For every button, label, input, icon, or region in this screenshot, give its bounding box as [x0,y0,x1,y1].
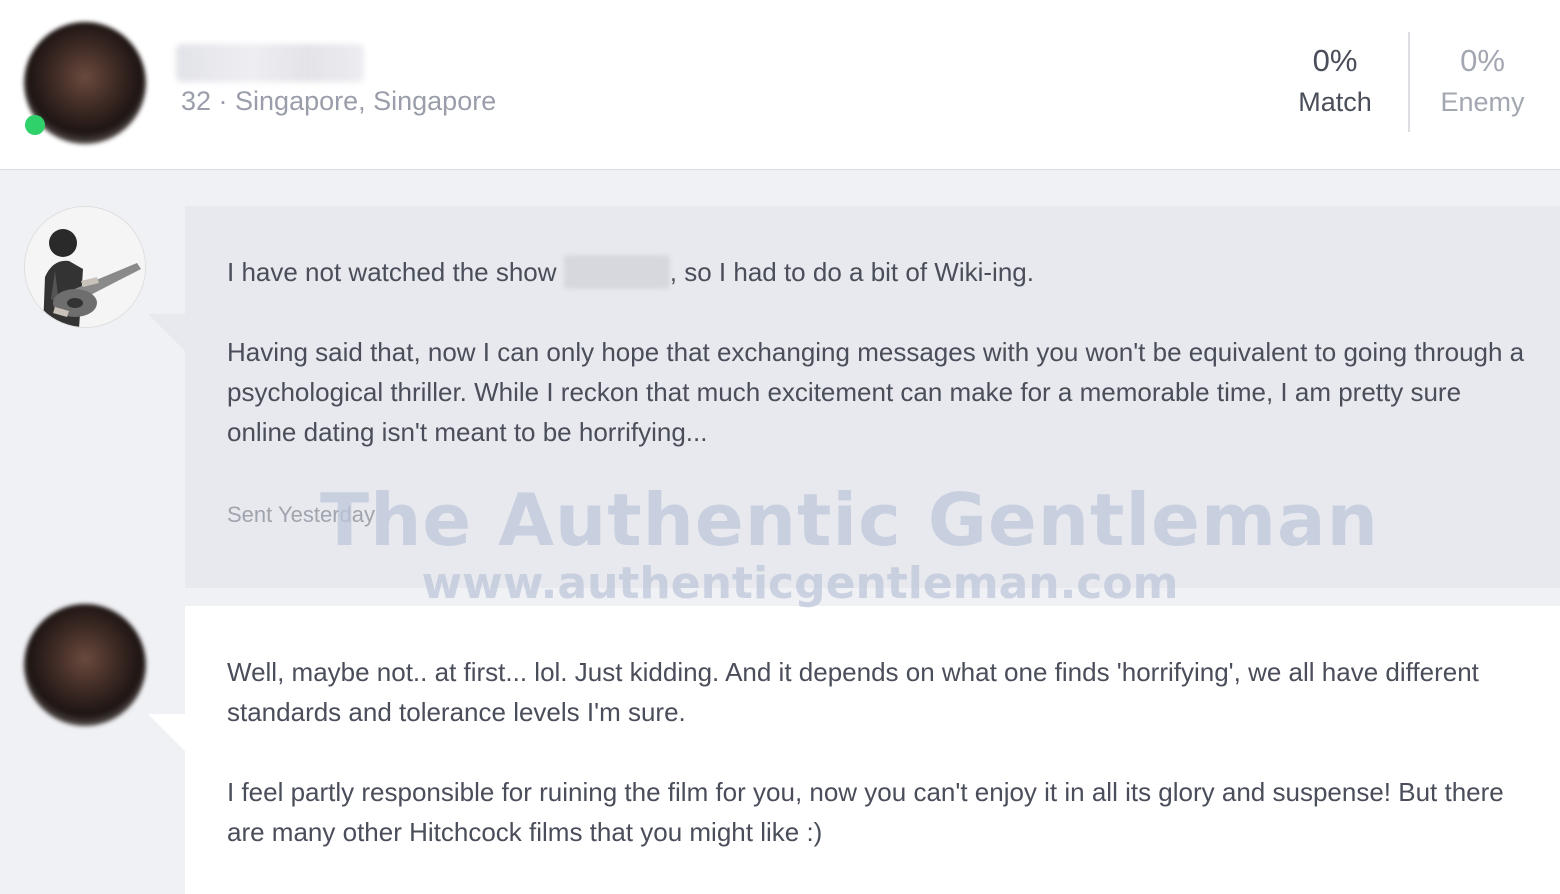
match-stat: 0% Match [1280,40,1390,122]
stat-divider [1408,32,1410,132]
enemy-stat: 0% Enemy [1430,40,1535,122]
watermark-title: The Authentic Gentleman [320,478,1379,562]
enemy-label: Enemy [1440,87,1525,117]
message-paragraph: Having said that, now I can only hope th… [227,337,1525,447]
profile-name-redacted[interactable] [176,44,364,82]
profile-age-location: 32 · Singapore, Singapore [181,86,497,116]
guitar-player-icon [25,207,145,327]
message-text-part: , so I had to do a bit of Wiki-ing. [669,257,1034,287]
message-text-part: I have not watched the show [227,257,564,287]
online-status-icon [25,115,45,135]
sender-avatar[interactable] [24,206,146,328]
match-label: Match [1298,87,1372,117]
match-percentage: 0% [1312,43,1358,78]
watermark-url: www.authenticgentleman.com [421,558,1179,609]
message-paragraph: I have not watched the show , so I had t… [227,252,1537,292]
message-bubble-received: Well, maybe not.. at first... lol. Just … [148,606,1560,894]
enemy-percentage: 0% [1460,43,1505,78]
match-avatar[interactable] [24,604,146,726]
profile-header: 32 · Singapore, Singapore 0% Match 0% En… [0,0,1560,170]
message-paragraph: Well, maybe not.. at first... lol. Just … [227,657,1479,727]
message-paragraph: I feel partly responsible for ruining th… [227,777,1504,847]
redacted-show-name [563,255,670,289]
